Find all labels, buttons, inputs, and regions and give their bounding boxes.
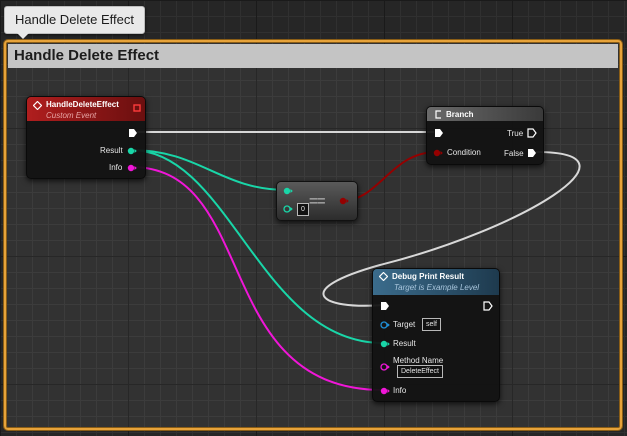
exec-output-pin[interactable] — [128, 128, 138, 138]
target-default-field[interactable]: self — [422, 318, 441, 331]
equal-node[interactable]: 0 == — [276, 181, 358, 221]
equal-input-a-pin[interactable] — [283, 187, 293, 195]
info-pin-label: Info — [109, 163, 123, 172]
result-pin-label: Result — [100, 146, 123, 155]
true-pin-label: True — [507, 129, 524, 138]
false-pin-label: False — [504, 149, 524, 158]
debug-exec-output-pin[interactable] — [483, 301, 493, 311]
debug-info-pin-label: Info — [393, 386, 407, 395]
branch-title: Branch — [446, 110, 474, 119]
branch-icon — [435, 110, 441, 119]
true-exec-output-pin[interactable] — [527, 128, 537, 138]
debug-result-input-pin[interactable] — [380, 340, 390, 348]
condition-input-pin[interactable] — [433, 149, 443, 157]
result-output-pin[interactable] — [127, 147, 137, 155]
equal-output-pin[interactable] — [339, 197, 349, 205]
delegate-output-pin[interactable] — [133, 104, 141, 112]
debug-print-node[interactable]: Debug Print Result Target is Example Lev… — [372, 268, 500, 402]
branch-node[interactable]: Branch True Condition False — [426, 106, 544, 165]
branch-exec-input-pin[interactable] — [434, 128, 444, 138]
info-output-pin[interactable] — [127, 164, 137, 172]
equal-input-b-pin[interactable] — [283, 205, 293, 213]
custom-event-node[interactable]: HandleDeleteEffect Custom Event Result I… — [26, 96, 146, 179]
condition-pin-label: Condition — [447, 148, 481, 157]
target-pin-label: Target — [393, 320, 416, 329]
method-name-pin-label: Method Name — [393, 356, 444, 365]
custom-event-title: HandleDeleteEffect — [46, 100, 119, 109]
debug-print-title: Debug Print Result — [392, 272, 465, 281]
function-icon — [379, 272, 388, 281]
event-diamond-icon — [33, 101, 42, 110]
debug-exec-input-pin[interactable] — [380, 301, 390, 311]
method-name-input-pin[interactable] — [380, 363, 390, 371]
branch-header — [427, 107, 543, 121]
debug-info-input-pin[interactable] — [380, 387, 390, 395]
equal-default-value-field[interactable]: 0 — [297, 203, 309, 216]
equal-symbol: == — [309, 193, 326, 210]
custom-event-subtitle: Custom Event — [46, 111, 97, 120]
method-name-field[interactable]: DeleteEffect — [397, 365, 444, 378]
false-exec-output-pin[interactable] — [527, 148, 537, 158]
target-input-pin[interactable] — [380, 321, 390, 329]
debug-print-subtitle: Target is Example Level — [394, 283, 480, 292]
debug-result-pin-label: Result — [393, 339, 416, 348]
